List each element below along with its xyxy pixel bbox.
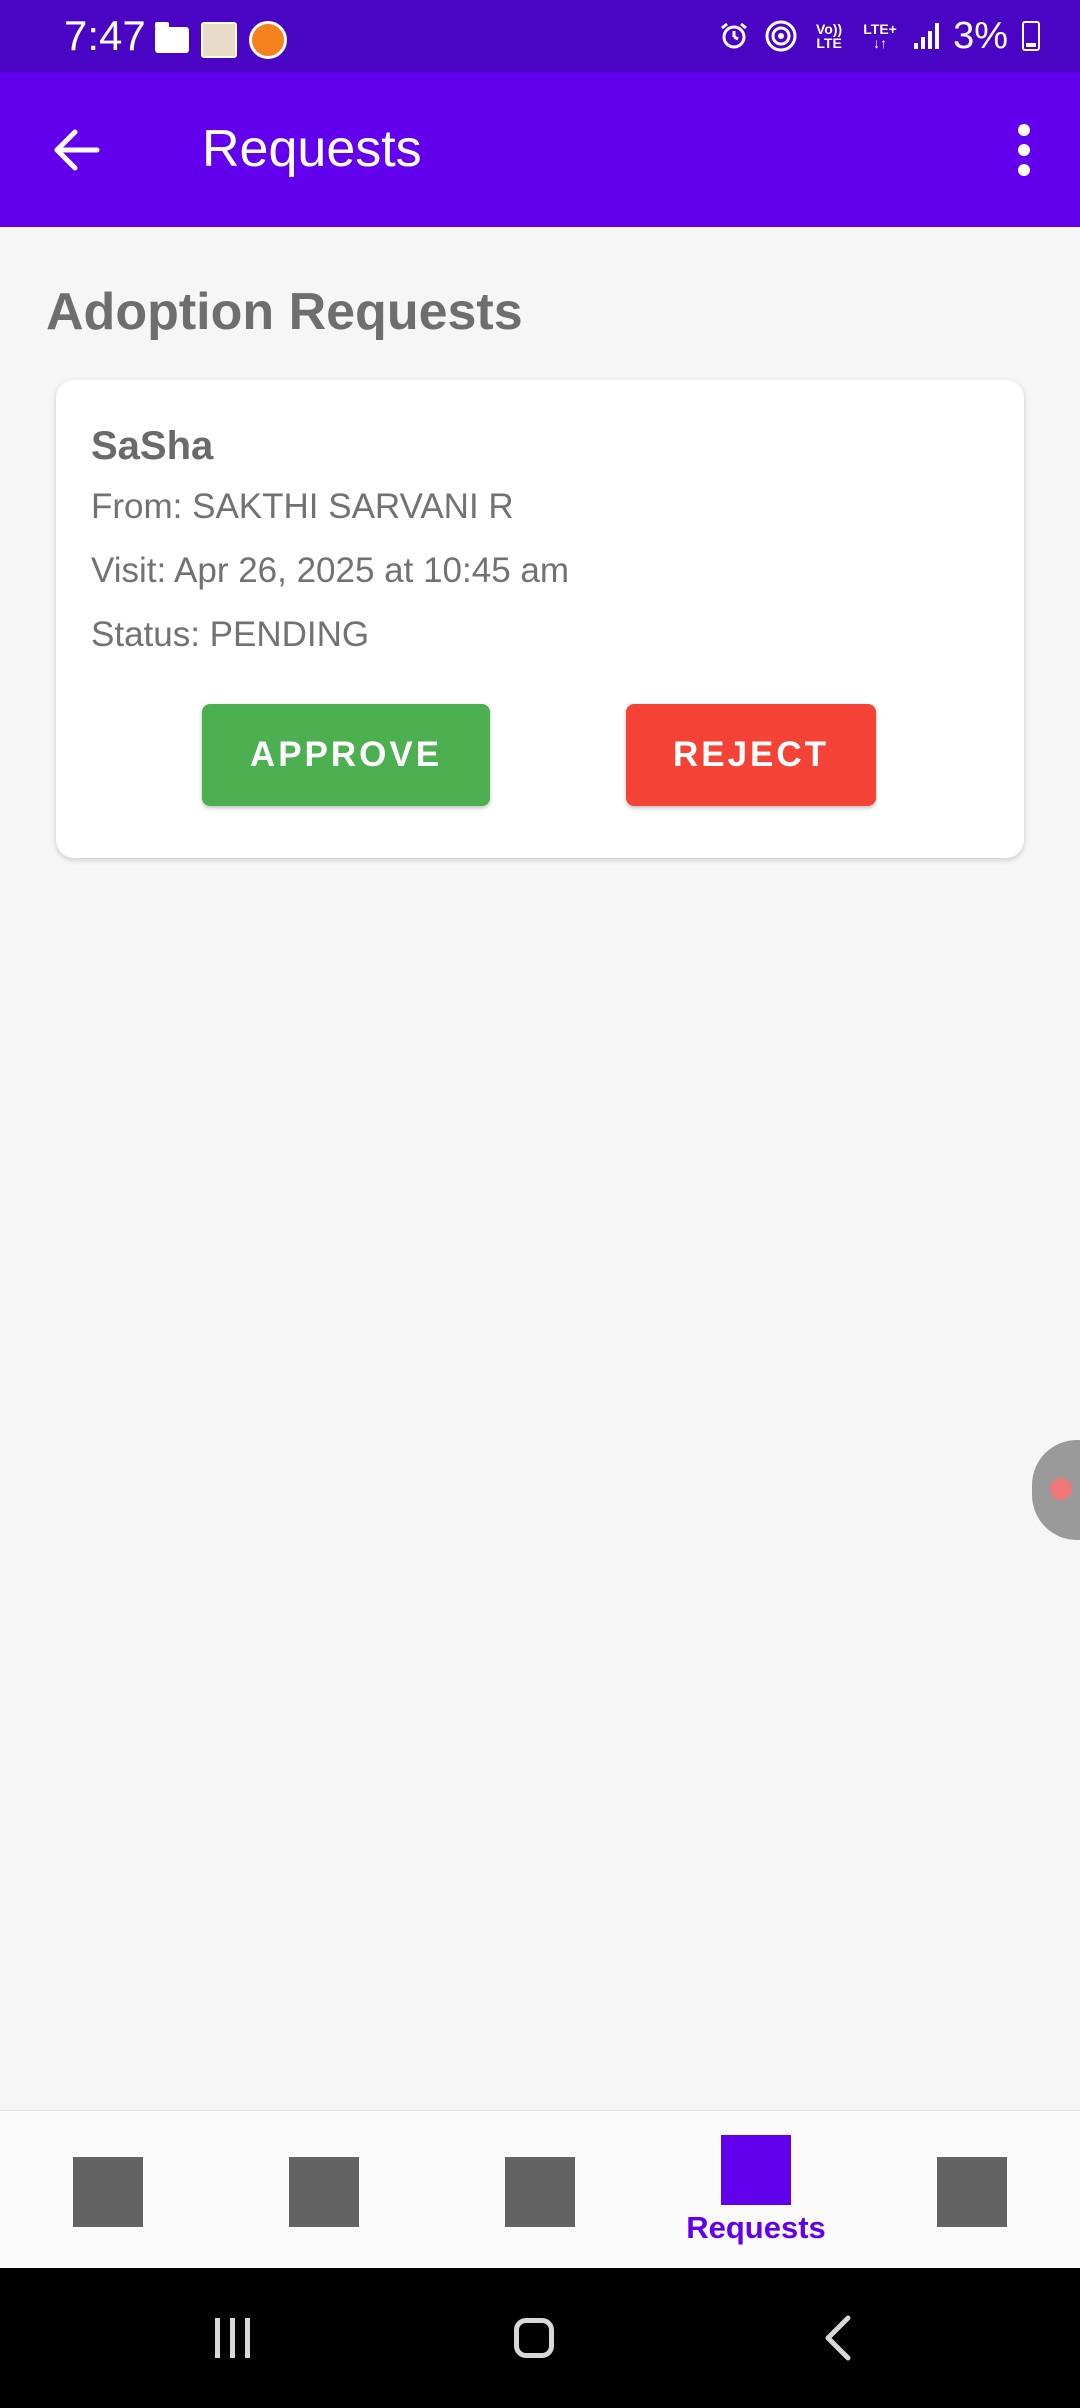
record-dot-icon bbox=[1050, 1478, 1072, 1500]
nav-placeholder-icon bbox=[505, 2157, 575, 2227]
pet-name: SaSha bbox=[91, 424, 214, 468]
request-card: SaSha From: SAKTHI SARVANI R Visit: Apr … bbox=[56, 380, 1024, 858]
volte-indicator: Vo)) LTE bbox=[815, 21, 843, 51]
status-time: 7:47 bbox=[64, 12, 146, 59]
nav-item-2[interactable] bbox=[216, 2111, 432, 2269]
content-area: Adoption Requests SaSha From: SAKTHI SAR… bbox=[0, 227, 1080, 2110]
recents-icon bbox=[214, 2318, 250, 2358]
nav-item-5[interactable] bbox=[864, 2111, 1080, 2269]
system-navigation-bar bbox=[0, 2268, 1080, 2408]
nav-placeholder-icon bbox=[73, 2157, 143, 2227]
app-bar: Requests bbox=[0, 72, 1080, 227]
approve-button[interactable]: APPROVE bbox=[202, 704, 490, 806]
nav-label-requests: Requests bbox=[686, 2210, 826, 2245]
status-notification-icons bbox=[155, 21, 287, 59]
nav-placeholder-icon bbox=[289, 2157, 359, 2227]
reject-button[interactable]: REJECT bbox=[626, 704, 876, 806]
arrow-left-icon bbox=[54, 129, 100, 171]
page-title: Requests bbox=[202, 120, 422, 178]
nav-item-1[interactable] bbox=[0, 2111, 216, 2269]
chevron-left-icon bbox=[825, 2315, 851, 2361]
signal-icon bbox=[914, 23, 940, 49]
system-back-button[interactable] bbox=[778, 2298, 898, 2378]
screen: 7:47 Vo)) LTE LTE+ ↓↑ 3% Requests Adopti… bbox=[0, 0, 1080, 2408]
app-notification-icon bbox=[201, 22, 237, 58]
home-button[interactable] bbox=[474, 2298, 594, 2378]
status-system-icons: Vo)) LTE LTE+ ↓↑ 3% bbox=[718, 14, 1040, 58]
nav-requests-icon bbox=[721, 2135, 791, 2205]
overflow-menu-button[interactable] bbox=[988, 114, 1060, 186]
alarm-icon bbox=[721, 22, 748, 49]
hotspot-icon bbox=[765, 20, 797, 52]
nav-item-requests[interactable]: Requests bbox=[648, 2111, 864, 2269]
bottom-navigation: Requests bbox=[0, 2110, 1080, 2268]
back-button[interactable] bbox=[40, 114, 112, 186]
requester-name: From: SAKTHI SARVANI R bbox=[91, 487, 514, 526]
battery-icon bbox=[1022, 21, 1040, 51]
more-vert-icon bbox=[1018, 124, 1030, 176]
lte-indicator: LTE+ ↓↑ bbox=[863, 21, 897, 51]
section-title: Adoption Requests bbox=[46, 283, 523, 341]
recents-button[interactable] bbox=[172, 2298, 292, 2378]
visit-datetime: Visit: Apr 26, 2025 at 10:45 am bbox=[91, 551, 570, 590]
screen-recorder-icon bbox=[249, 21, 287, 59]
status-bar: 7:47 Vo)) LTE LTE+ ↓↑ 3% bbox=[0, 0, 1080, 72]
folder-icon bbox=[155, 22, 189, 53]
nav-placeholder-icon bbox=[937, 2157, 1007, 2227]
request-status: Status: PENDING bbox=[91, 615, 370, 654]
floating-recorder-bubble[interactable] bbox=[1032, 1440, 1080, 1540]
home-icon bbox=[514, 2318, 554, 2358]
battery-percent: 3% bbox=[953, 14, 1008, 57]
nav-item-3[interactable] bbox=[432, 2111, 648, 2269]
